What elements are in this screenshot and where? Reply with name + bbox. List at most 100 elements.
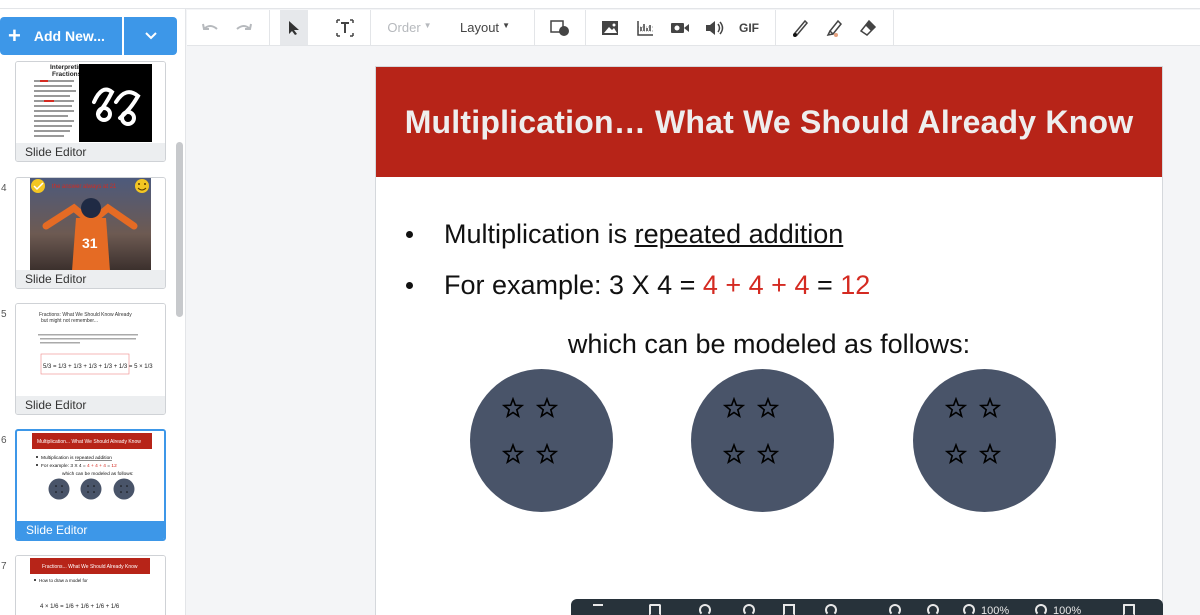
slide-thumbnail-7[interactable]: Fractions... What We Should Already Know…: [15, 555, 166, 615]
toolbar-divider: [269, 10, 270, 45]
slide-label: Slide Editor: [16, 270, 165, 288]
speaker-icon: [706, 20, 724, 35]
trash-icon[interactable]: [649, 604, 661, 615]
slide-label: Slide Editor: [16, 396, 165, 414]
plus-icon: +: [8, 23, 21, 48]
highlighter-button[interactable]: [821, 10, 847, 45]
slide-number: 7: [1, 561, 7, 572]
eraser-button[interactable]: [855, 10, 881, 45]
svg-text:but might not remember...: but might not remember...: [41, 318, 98, 324]
move-icon[interactable]: [889, 604, 901, 615]
layout-label: Layout: [460, 20, 500, 35]
slide-title-bar: Multiplication… What We Should Already K…: [376, 67, 1162, 177]
top-strip: [0, 0, 1200, 9]
slide-title[interactable]: Multiplication… What We Should Already K…: [405, 104, 1134, 141]
star-icon: [723, 443, 745, 465]
svg-text:31: 31: [82, 235, 98, 251]
slide-4-preview: the answer always at 21 31: [16, 178, 165, 271]
add-new-label: Add New...: [33, 28, 105, 44]
layout-dropdown[interactable]: Layout ▼: [455, 10, 515, 45]
gif-button[interactable]: GIF: [736, 10, 762, 45]
slide-number: 6: [1, 435, 7, 446]
bullet-dot: [406, 282, 413, 289]
zoom-level-b[interactable]: 100%: [1053, 605, 1081, 615]
svg-text:4 × 1/6 = 1/6 + 1/6 + 1/6 + 1/: 4 × 1/6 = 1/6 + 1/6 + 1/6 + 1/6: [40, 604, 120, 610]
slide-list-panel: + Add New... Interpreting Fractions Slid…: [0, 9, 186, 615]
toolbar-divider: [775, 10, 776, 45]
slide-list-scrollbar[interactable]: [176, 142, 183, 317]
zoom-level-a[interactable]: 100%: [981, 605, 1009, 615]
slide-label: Slide Editor: [17, 521, 164, 539]
highlighter-icon: [826, 19, 843, 37]
bullet-example[interactable]: For example: 3 X 4 = 4 + 4 + 4 = 12: [406, 270, 870, 301]
order-dropdown[interactable]: Order ▼: [382, 10, 437, 45]
slide-3-preview: Interpreting Fractions: [16, 62, 165, 146]
bullet-text: Multiplication is repeated addition: [444, 219, 844, 249]
app-window: + Add New... Interpreting Fractions Slid…: [0, 0, 1200, 615]
editor-toolbar: Order ▼ Layout ▼ GIF: [187, 10, 1200, 46]
group-circle-1[interactable]: [470, 369, 613, 512]
slide-thumbnail-4[interactable]: the answer always at 21 31 Slide Editor: [15, 177, 166, 289]
svg-text:How to draw a model for: How to draw a model for: [39, 578, 88, 583]
cursor-arrow-icon: [289, 20, 299, 35]
chart-button[interactable]: [632, 10, 658, 45]
pen-button[interactable]: [787, 10, 813, 45]
svg-text:Multiplication is repeated add: Multiplication is repeated addition: [41, 455, 112, 461]
order-label: Order: [387, 20, 421, 35]
text-tool-button[interactable]: [332, 10, 358, 45]
current-slide[interactable]: Multiplication… What We Should Already K…: [376, 67, 1162, 615]
image-icon: [602, 20, 618, 35]
slide-thumbnail-3[interactable]: Interpreting Fractions Slide Editor: [15, 61, 166, 162]
rotate-left-icon[interactable]: [699, 604, 711, 615]
bullet-dot: [406, 231, 413, 238]
star-icon: [945, 443, 967, 465]
svg-text:Fractions... What We Should Al: Fractions... What We Should Already Know: [42, 564, 138, 570]
nav-arrow-icon[interactable]: [593, 604, 603, 615]
bullet-repeated-addition[interactable]: Multiplication is repeated addition: [406, 219, 843, 250]
toolbar-divider: [370, 10, 371, 45]
star-icon: [536, 443, 558, 465]
timer-icon[interactable]: [927, 604, 939, 615]
slide-thumbnail-5[interactable]: Fractions: What We Should Know Already b…: [15, 303, 166, 415]
caret-down-icon: ▼: [423, 21, 432, 30]
video-button[interactable]: [667, 10, 693, 45]
select-tool-button[interactable]: [280, 10, 308, 45]
text-box-icon: [336, 18, 354, 37]
redo-button[interactable]: [231, 10, 257, 45]
bullet-text: For example: 3 X 4 = 4 + 4 + 4 = 12: [444, 270, 871, 300]
opacity-icon[interactable]: [1035, 604, 1047, 615]
shapes-icon: [550, 19, 569, 36]
shapes-button[interactable]: [547, 10, 573, 45]
star-icon: [979, 443, 1001, 465]
play-icon[interactable]: [783, 604, 795, 615]
comment-icon[interactable]: [1123, 604, 1135, 615]
fill-icon[interactable]: [825, 604, 837, 615]
slide-controls-bar: 100% 100%: [571, 599, 1163, 615]
star-icon: [502, 397, 524, 419]
star-icon: [945, 397, 967, 419]
slide-number: 5: [1, 309, 7, 320]
star-icon: [979, 397, 1001, 419]
toolbar-divider: [534, 10, 535, 45]
add-new-button[interactable]: + Add New...: [0, 17, 122, 55]
eraser-icon: [859, 19, 877, 36]
audio-button[interactable]: [702, 10, 728, 45]
svg-text:which can be modeled as follow: which can be modeled as follows:: [62, 471, 133, 477]
zoom-in-icon[interactable]: [963, 604, 975, 615]
modeled-caption[interactable]: which can be modeled as follows:: [376, 329, 1162, 360]
rotate-right-icon[interactable]: [743, 604, 755, 615]
svg-text:For example: 3 X 4 = 4 + 4 + 4: For example: 3 X 4 = 4 + 4 + 4 = 12: [41, 463, 117, 469]
star-icon: [536, 397, 558, 419]
svg-text:the answer always at 21: the answer always at 21: [52, 184, 117, 190]
redo-icon: [236, 23, 252, 30]
image-button[interactable]: [597, 10, 623, 45]
slide-thumbnail-6[interactable]: Multiplication... What We Should Already…: [15, 429, 166, 541]
group-circle-2[interactable]: [691, 369, 834, 512]
add-new-dropdown-button[interactable]: [124, 17, 177, 55]
star-icon: [757, 443, 779, 465]
chevron-down-icon: [144, 32, 157, 40]
pen-icon: [793, 19, 809, 37]
undo-button[interactable]: [197, 10, 223, 45]
svg-text:Multiplication... What We Shou: Multiplication... What We Should Already…: [37, 439, 141, 445]
group-circle-3[interactable]: [913, 369, 1056, 512]
